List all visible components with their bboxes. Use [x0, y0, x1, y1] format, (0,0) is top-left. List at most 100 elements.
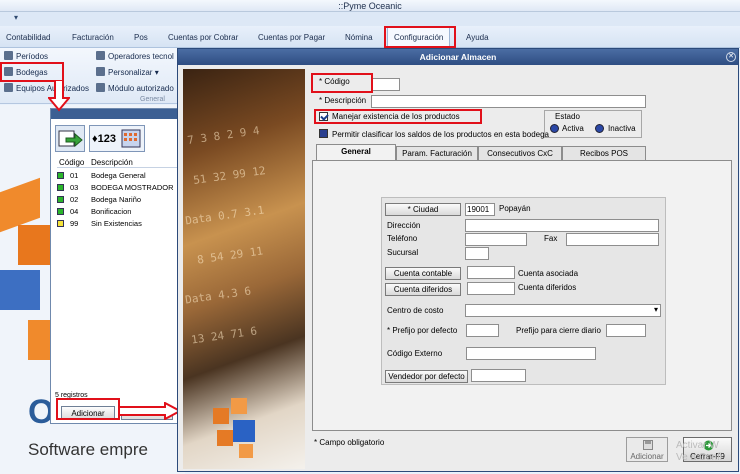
bodegas-toolbar: ♦123 — [55, 125, 179, 155]
permitir-clasificar-label: Permitir clasificar los saldos de los pr… — [332, 130, 549, 139]
logo-cubes-icon — [213, 398, 255, 458]
inactiva-radio[interactable] — [595, 124, 604, 133]
status-square-icon — [57, 208, 64, 215]
dialog-adicionar-button[interactable]: Adicionar — [626, 437, 668, 462]
background-tagline: Software empre — [28, 440, 148, 459]
tab-consecutivos-cxc[interactable]: Consecutivos CxC — [478, 146, 562, 160]
fax-label: Fax — [544, 234, 558, 243]
list-item[interactable]: 03 BODEGA MOSTRADOR — [57, 182, 179, 193]
ribbon-item-operadores[interactable]: Operadores tecnol — [96, 51, 174, 61]
ribbon-item-equipos[interactable]: Equipos Autorizados — [4, 83, 89, 93]
bodegas-window: ♦123 Código Descripción 01 Bodega General… — [50, 108, 180, 424]
status-square-icon — [57, 172, 64, 179]
sucursal-label: Sucursal — [387, 248, 419, 257]
ribbon-item-personalizar[interactable]: Personalizar ▾ — [96, 67, 159, 77]
centro-costo-select[interactable]: ▾ — [465, 304, 661, 317]
status-square-icon — [57, 220, 64, 227]
main-menu: Contabilidad Facturación Pos Cuentas por… — [0, 26, 740, 48]
status-square-icon — [57, 184, 64, 191]
vendedor-field[interactable] — [471, 369, 526, 382]
app-title: ::Pyme Oceanic — [338, 1, 402, 11]
sucursal-field[interactable] — [465, 247, 489, 260]
cuenta-diferidos-button[interactable]: Cuenta diferidos — [385, 283, 461, 296]
ciudad-code-field[interactable]: 19001 — [465, 203, 495, 216]
menu-ayuda[interactable]: Ayuda — [466, 33, 489, 42]
arrow-right-icon — [118, 402, 182, 420]
tab-general[interactable]: General — [316, 144, 396, 160]
required-note: * Campo obligatorio — [314, 438, 385, 447]
ribbon-item-periodos[interactable]: Períodos — [4, 51, 48, 61]
highlight-adicionar — [56, 398, 120, 420]
list-item[interactable]: 04 Bonificacion — [57, 206, 179, 217]
cuenta-diferidos-field[interactable] — [467, 282, 515, 295]
permitir-clasificar-checkbox[interactable] — [319, 129, 328, 138]
cuenta-contable-button[interactable]: Cuenta contable — [385, 267, 461, 280]
menu-contabilidad[interactable]: Contabilidad — [6, 33, 50, 42]
vendedor-button[interactable]: Vendedor por defecto — [385, 370, 468, 383]
menu-cuentas-pagar[interactable]: Cuentas por Pagar — [258, 33, 325, 42]
menu-nomina[interactable]: Nómina — [345, 33, 373, 42]
cuenta-diferidos-label: Cuenta diferidos — [518, 283, 577, 292]
ciudad-name: Popayán — [499, 204, 531, 213]
fax-field[interactable] — [566, 233, 659, 246]
menu-pos[interactable]: Pos — [134, 33, 148, 42]
list-item[interactable]: 99 Sin Existencias — [57, 218, 179, 229]
list-item[interactable]: 01 Bodega General — [57, 170, 179, 181]
ribbon-group-label: General — [140, 96, 165, 103]
highlight-manejar-existencia — [314, 109, 482, 124]
module-icon — [96, 83, 105, 92]
operator-icon — [96, 51, 105, 60]
bodegas-list-header: Código Descripción — [57, 157, 179, 168]
activa-radio[interactable] — [550, 124, 559, 133]
svg-text:♦123: ♦123 — [92, 133, 116, 145]
window-titlebar: ::Pyme Oceanic — [0, 0, 740, 12]
descripcion-field[interactable] — [371, 95, 646, 108]
calendar-icon — [4, 51, 13, 60]
highlight-configuracion — [384, 26, 456, 48]
prefijo-field[interactable] — [466, 324, 499, 337]
close-icon[interactable]: ✕ — [726, 52, 736, 62]
highlight-bodegas — [0, 62, 64, 82]
ribbon-item-modulo[interactable]: Módulo autorizado — [96, 83, 174, 93]
telefono-label: Teléfono — [387, 234, 418, 243]
tab-param-facturacion[interactable]: Param. Facturación — [396, 146, 478, 160]
dialog-side-image: 7 3 8 2 9 4 51 32 99 12 Data 0.7 3.1 8 5… — [183, 69, 305, 469]
tab-recibos-pos[interactable]: Recibos POS — [562, 146, 646, 160]
adicionar-almacen-dialog: Adicionar Almacen ✕ 7 3 8 2 9 4 51 32 99… — [177, 48, 739, 472]
codigo-externo-label: Código Externo — [387, 349, 443, 358]
chevron-down-icon[interactable]: ▾ — [654, 305, 658, 314]
telefono-field[interactable] — [465, 233, 527, 246]
descripcion-label: * Descripción — [319, 96, 367, 105]
customize-icon — [96, 67, 105, 76]
logo-cube — [0, 270, 40, 310]
prefijo-cierre-field[interactable] — [606, 324, 646, 337]
cuenta-contable-field[interactable] — [467, 266, 515, 279]
estado-label: Estado — [553, 112, 582, 121]
bodegas-window-header — [51, 109, 179, 119]
direccion-label: Dirección — [387, 221, 421, 230]
centro-costo-label: Centro de costo — [387, 306, 444, 315]
codigo-field[interactable] — [372, 78, 400, 91]
arrow-down-icon — [48, 80, 70, 112]
computer-icon — [4, 83, 13, 92]
inactiva-label: Inactiva — [608, 124, 636, 133]
list-item[interactable]: 02 Bodega Nariño — [57, 194, 179, 205]
dialog-title: Adicionar Almacen — [178, 49, 738, 65]
menu-facturacion[interactable]: Facturación — [72, 33, 114, 42]
quick-access-toolbar: ▾ — [0, 12, 740, 26]
cuenta-asociada-label: Cuenta asociada — [518, 269, 579, 278]
export-icon[interactable] — [55, 125, 85, 152]
column-header-descripcion[interactable]: Descripción — [91, 158, 133, 167]
quick-access-dropdown-icon[interactable]: ▾ — [14, 13, 18, 22]
save-icon — [643, 440, 653, 450]
activa-label: Activa — [562, 124, 584, 133]
prefijo-cierre-label: Prefijo para cierre diario — [516, 326, 601, 335]
menu-cuentas-cobrar[interactable]: Cuentas por Cobrar — [168, 33, 238, 42]
prefijo-label: * Prefijo por defecto — [387, 326, 458, 335]
column-header-codigo[interactable]: Código — [59, 158, 84, 167]
highlight-codigo — [311, 73, 373, 93]
ciudad-button[interactable]: * Ciudad — [385, 203, 461, 216]
numbering-icon[interactable]: ♦123 — [89, 125, 145, 152]
direccion-field[interactable] — [465, 219, 659, 232]
codigo-externo-field[interactable] — [466, 347, 596, 360]
